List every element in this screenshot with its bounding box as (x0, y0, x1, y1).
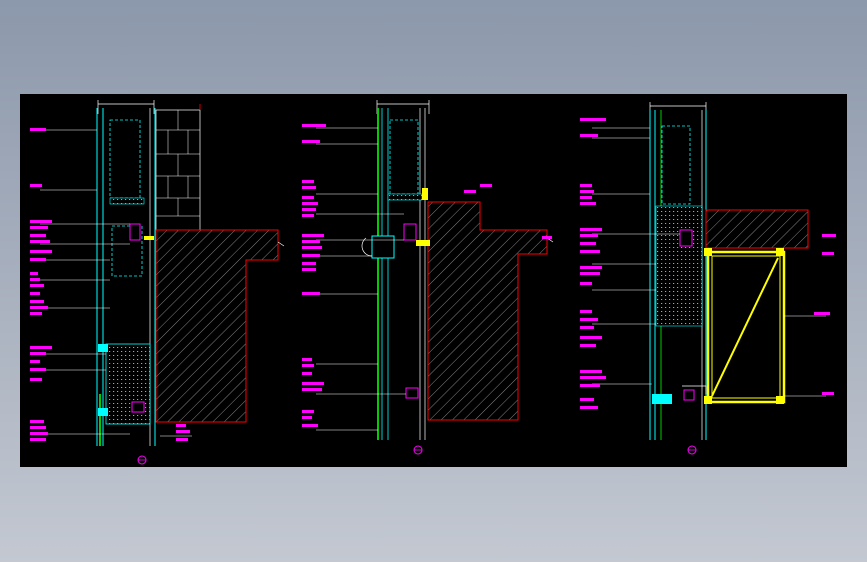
concrete-slab (427, 201, 548, 421)
concrete-slab (155, 229, 279, 423)
steel-frame (704, 248, 786, 404)
concrete-slab (705, 209, 809, 249)
section-detail-1 (30, 100, 285, 465)
section-detail-2 (302, 100, 554, 455)
section-detail-3 (580, 102, 836, 455)
cad-drawing-canvas (20, 94, 847, 467)
brick-wall (155, 104, 201, 233)
